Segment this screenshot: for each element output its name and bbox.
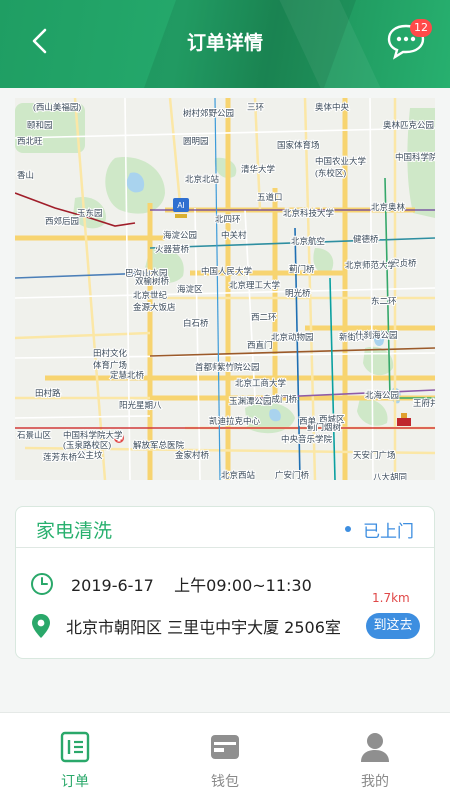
map-label: 火器营桥 bbox=[155, 244, 190, 254]
divider bbox=[16, 547, 434, 548]
map-label: 中国人民大学 bbox=[201, 266, 253, 276]
distance-label: 1.7km bbox=[372, 591, 410, 605]
map-label: 定慧北桥 bbox=[110, 370, 145, 380]
service-type: 家电清洗 bbox=[36, 520, 113, 542]
map-label: 海淀公园 bbox=[163, 230, 197, 240]
tab-orders-label: 订单 bbox=[61, 774, 89, 790]
map-label: 金家村桥 bbox=[175, 450, 210, 460]
map-label: 西二环 bbox=[251, 312, 277, 322]
map-label: 北京世纪 bbox=[133, 290, 168, 300]
map-label: 王府井 bbox=[413, 398, 435, 408]
map-label: 体育广场 bbox=[93, 360, 127, 370]
map-label: 北四环 bbox=[215, 214, 241, 224]
map-label: 北京奥林 bbox=[371, 202, 406, 212]
clock-icon bbox=[31, 573, 53, 595]
map-label: 西北旺 bbox=[17, 136, 43, 146]
map-label: 北京工商大学 bbox=[235, 378, 287, 388]
map-label: 中国科学院大学 bbox=[63, 430, 123, 440]
map-label: 颐和园 bbox=[27, 120, 53, 130]
map-label: 八大胡同 bbox=[373, 472, 407, 480]
map-label: 玉渊潭公园 bbox=[229, 396, 272, 406]
status-text: 已上门 bbox=[363, 522, 414, 542]
map-label: 石景山区 bbox=[17, 430, 52, 440]
map-label: 西直门 bbox=[247, 340, 273, 350]
map-label: 西单 bbox=[299, 416, 317, 426]
map-label: 东二环 bbox=[371, 296, 397, 306]
map-label: 中国农业大学 bbox=[315, 156, 367, 166]
map-label: 白石桥 bbox=[183, 318, 209, 328]
map-label: 金源大饭店 bbox=[133, 302, 176, 312]
user-icon bbox=[361, 733, 389, 762]
map-label: 玉东园 bbox=[77, 208, 103, 218]
map-label: 北京师范大学 bbox=[345, 260, 397, 270]
map-label: 五道口 bbox=[257, 192, 283, 202]
route-map[interactable]: AI (西山美福园) 颐和园 树村郊野公园 奥体中央奥林匹克公园国家体育场 西北旺 三环香… bbox=[15, 98, 435, 480]
map-label: 树村郊野公园 bbox=[183, 108, 234, 118]
map-label: (玉泉路校区) bbox=[63, 440, 111, 450]
order-card: 家电清洗 已上门 2019-6-17 上午09:00~11:30 1.7km 北… bbox=[15, 506, 435, 659]
map-label: 解放军总医院 bbox=[133, 440, 185, 450]
navigate-button[interactable]: 到这去 bbox=[366, 613, 420, 639]
map-label: 双榆树桥 bbox=[135, 276, 170, 286]
order-list-icon bbox=[60, 731, 90, 763]
order-status: 已上门 bbox=[345, 517, 414, 542]
map-label: (东校区) bbox=[315, 168, 346, 178]
map-label: 北海公园 bbox=[365, 390, 399, 400]
map-label: 奥体中央 bbox=[315, 102, 350, 112]
map-label: 田村文化 bbox=[93, 348, 128, 358]
service-address: 北京市朝阳区 三里屯中宇大厦 2506室 bbox=[66, 618, 341, 637]
tab-wallet-label: 钱包 bbox=[211, 774, 239, 790]
map-label: 海淀区 bbox=[177, 284, 203, 294]
map-label: 公主坟 bbox=[77, 450, 103, 460]
map-canvas[interactable]: AI (西山美福园) 颐和园 树村郊野公园 奥体中央奥林匹克公园国家体育场 西北旺 三环香… bbox=[15, 98, 435, 480]
map-label: 中关村 bbox=[221, 230, 247, 240]
wallet-icon bbox=[211, 735, 239, 759]
map-label: (西山美福园) bbox=[33, 102, 81, 112]
map-label: 中央音乐学院 bbox=[281, 434, 333, 444]
message-count-badge: 12 bbox=[410, 19, 432, 37]
page-title: 订单详情 bbox=[186, 32, 263, 54]
appointment-time-row: 2019-6-17 上午09:00~11:30 bbox=[30, 572, 312, 596]
map-label: 明光桥 bbox=[285, 288, 311, 298]
app-header: 订单详情 12 bbox=[0, 0, 450, 88]
map-label: 国家体育场 bbox=[277, 140, 320, 150]
map-label: 北京航空 bbox=[291, 236, 325, 246]
tab-profile[interactable]: 我的 bbox=[300, 713, 450, 800]
location-pin-icon bbox=[32, 614, 50, 638]
center-pin: AI bbox=[173, 198, 189, 218]
map-label: 什刹海公园 bbox=[355, 330, 398, 340]
map-label: 蓟门桥 bbox=[289, 264, 315, 274]
map-label: 圆明园 bbox=[183, 136, 209, 146]
map-label: 广安门桥 bbox=[275, 470, 310, 480]
tab-wallet[interactable]: 钱包 bbox=[150, 713, 300, 800]
map-label: 北京科技大学 bbox=[283, 208, 335, 218]
svg-text:AI: AI bbox=[177, 201, 185, 210]
map-label: 凯迪拉克中心 bbox=[209, 416, 261, 426]
map-label: 阳光星期八 bbox=[119, 400, 162, 410]
address-row: 北京市朝阳区 三里屯中宇大厦 2506室 bbox=[30, 613, 341, 639]
map-label: 西郊后园 bbox=[45, 216, 79, 226]
map-label: 莲芳东桥 bbox=[43, 452, 78, 462]
tab-orders[interactable]: 订单 bbox=[0, 713, 150, 800]
map-label: 紫竹院公园 bbox=[217, 362, 260, 372]
bottom-tab-bar: 订单 钱包 我的 bbox=[0, 712, 450, 800]
tab-profile-label: 我的 bbox=[361, 774, 389, 790]
map-label: 田村路 bbox=[35, 388, 61, 398]
map-label: 天安门广场 bbox=[353, 450, 396, 460]
map-label: 北京动物园 bbox=[271, 332, 314, 342]
map-label: 北京西站 bbox=[221, 470, 256, 480]
status-dot bbox=[345, 526, 351, 532]
map-label: 三环 bbox=[247, 102, 265, 112]
map-label: 中国科学院 bbox=[395, 152, 435, 162]
map-label: 清华大学 bbox=[241, 164, 276, 174]
appointment-time: 2019-6-17 上午09:00~11:30 bbox=[71, 576, 312, 595]
map-label: 香山 bbox=[17, 170, 34, 180]
map-label: 北京北站 bbox=[185, 174, 220, 184]
map-label: 奥林匹克公园 bbox=[383, 120, 434, 130]
map-label: 健德桥 bbox=[353, 234, 379, 244]
map-label: 北京理工大学 bbox=[229, 280, 281, 290]
